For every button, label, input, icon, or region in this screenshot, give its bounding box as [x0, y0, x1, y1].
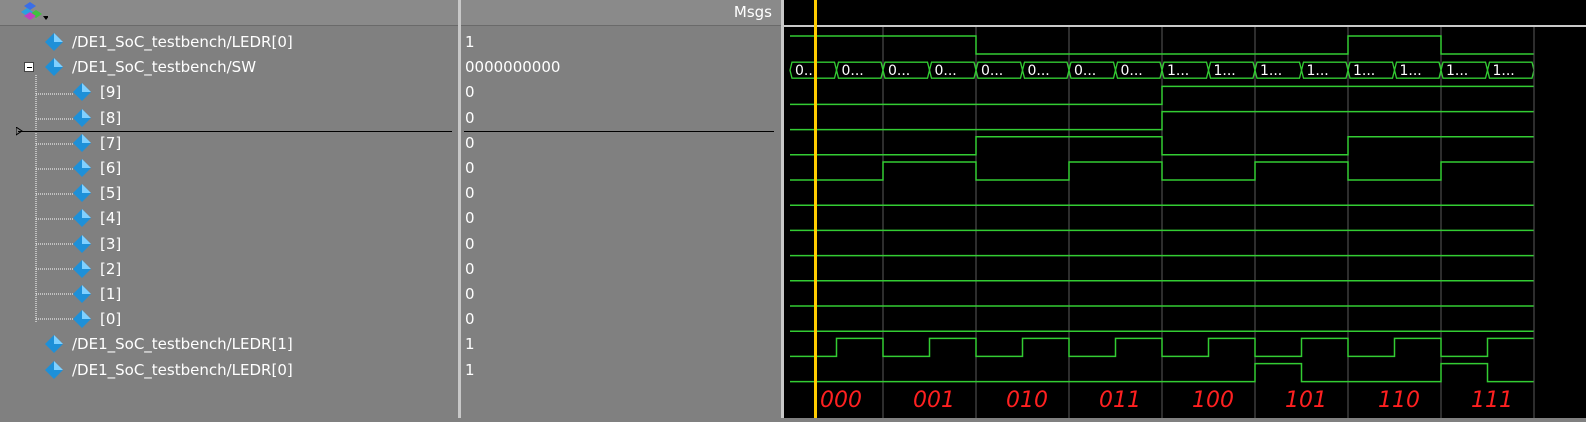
signal-value-row[interactable]: 0000000000 [461, 55, 781, 80]
signal-value-row[interactable]: 0 [461, 206, 781, 231]
bus-value-label: 1... [1307, 63, 1329, 79]
signal-row[interactable]: [1] [0, 282, 458, 307]
handwritten-label: 011 [1099, 388, 1141, 413]
signal-value-row[interactable]: 0 [461, 181, 781, 206]
handwritten-label: 000 [820, 388, 862, 413]
signal-value: 1 [465, 360, 475, 379]
signal-value: 0 [465, 184, 475, 203]
signal-row[interactable]: [0] [0, 307, 458, 332]
signal-row[interactable]: [4] [0, 206, 458, 231]
signal-value-row[interactable]: 0 [461, 80, 781, 105]
handwritten-label: 111 [1471, 388, 1513, 413]
handwritten-label: 001 [913, 388, 955, 413]
signal-row[interactable]: [9] [0, 80, 458, 105]
signal-value: 0 [465, 159, 475, 177]
bus-value-label: 0... [842, 63, 864, 79]
signal-value: 0 [465, 310, 475, 329]
cursor-line [18, 131, 452, 132]
signal-name: [2] [100, 259, 122, 278]
signal-value-row[interactable]: 1 [461, 358, 781, 383]
bus-value-label: 1... [1353, 63, 1375, 79]
bus-value-label: 1... [1260, 63, 1282, 79]
signal-row[interactable]: [3] [0, 232, 458, 257]
wave-ledr1 [790, 337, 1534, 358]
signal-value-row[interactable]: 0 [461, 232, 781, 257]
signal-name: [7] [100, 133, 122, 152]
signal-name: /DE1_SoC_testbench/SW [72, 58, 257, 77]
handwritten-label: 101 [1285, 388, 1327, 413]
signal-row[interactable]: /DE1_SoC_testbench/SW [0, 55, 458, 80]
signal-name: [8] [100, 108, 122, 127]
bus-value-label: 0... [1121, 63, 1143, 79]
waveform-pane[interactable]: 0... 0... 0... 0... 0... 0... 0... 0... 1... 1...… [784, 0, 1586, 418]
wave-header [784, 0, 1586, 25]
signal-name: /DE1_SoC_testbench/LEDR[1] [72, 335, 293, 354]
signal-value: 1 [465, 33, 475, 51]
signal-value-row[interactable]: 0 [461, 106, 781, 131]
signal-name: [1] [100, 285, 122, 303]
handwritten-label: 110 [1378, 388, 1420, 413]
wave-sw-bit [790, 161, 1534, 181]
signal-value: 0 [465, 234, 475, 253]
signal-value: 0 [465, 209, 475, 228]
signal-value-row[interactable]: 1 [461, 332, 781, 357]
wave-sw-bit [790, 136, 1534, 156]
signal-row[interactable]: /DE1_SoC_testbench/LEDR[1] [0, 332, 458, 357]
bus-value-label: 1... [1446, 63, 1468, 79]
bus-value-label: 1... [1214, 63, 1236, 79]
bus-value-label: 0... [1028, 63, 1050, 79]
signal-name: [4] [100, 209, 122, 228]
bus-value-label: 0... [935, 63, 957, 79]
signal-value-row[interactable]: 1 [461, 30, 781, 55]
wave-sw-bit [790, 110, 1534, 131]
waveform-canvas[interactable]: 0... 0... 0... 0... 0... 0... 0... 0... 1... 1...… [784, 0, 1586, 418]
signal-value: 0 [465, 83, 475, 102]
signal-value: 0 [465, 285, 475, 303]
signal-row[interactable]: [2] [0, 257, 458, 282]
signal-row[interactable]: /DE1_SoC_testbench/LEDR[0] [0, 30, 458, 55]
handwritten-label: 100 [1192, 388, 1234, 413]
bus-value-label: 0... [981, 63, 1003, 79]
signal-name-pane: /DE1_SoC_testbench/LEDR[0] /DE1_SoC_testb… [0, 27, 458, 418]
signal-value: 0000000000 [465, 58, 561, 77]
signal-name: [3] [100, 234, 122, 253]
bus-value-label: 1... [1493, 63, 1515, 79]
signal-value-pane: 1 0000000000 0 0 0 0 0 0 0 0 0 0 1 1 [461, 27, 781, 418]
signal-value-row[interactable]: 0 [461, 307, 781, 332]
signal-name: /DE1_SoC_testbench/LEDR[0] [72, 360, 293, 379]
signal-value-row[interactable]: 0 [461, 131, 781, 156]
signal-name: [5] [100, 184, 122, 203]
signal-row[interactable]: [6] [0, 156, 458, 181]
signal-row[interactable]: [7] [0, 131, 458, 156]
signal-value-row[interactable]: 0 [461, 156, 781, 181]
signal-value: 1 [465, 335, 475, 354]
cursor-line [464, 131, 774, 132]
signal-icon [44, 360, 64, 388]
collapse-toggle-icon[interactable] [24, 62, 34, 73]
signal-row[interactable]: /DE1_SoC_testbench/LEDR[0] [0, 358, 458, 383]
bus-value-label: 0... [888, 63, 910, 79]
cursor-marker-icon [16, 127, 23, 136]
signal-row[interactable]: [5] [0, 181, 458, 206]
wave-add-icon[interactable] [18, 2, 48, 24]
msgs-header: Msgs [733, 3, 772, 21]
handwritten-label: 010 [1006, 388, 1048, 413]
signal-value: 0 [465, 259, 475, 278]
signal-row[interactable]: [8] [0, 106, 458, 131]
signal-value-row[interactable]: 0 [461, 257, 781, 282]
signal-value: 0 [465, 133, 475, 152]
time-cursor [814, 0, 817, 418]
signal-name: [6] [100, 159, 122, 177]
signal-name: /DE1_SoC_testbench/LEDR[0] [72, 33, 293, 51]
bus-value-label: 1... [1167, 63, 1189, 79]
signal-value-row[interactable]: 0 [461, 282, 781, 307]
signal-name: [9] [100, 83, 122, 102]
bus-value-label: 0... [1074, 63, 1096, 79]
signal-name: [0] [100, 310, 122, 329]
signal-value: 0 [465, 108, 475, 127]
bus-value-label: 0... [795, 63, 817, 79]
bus-value-label: 1... [1400, 63, 1422, 79]
wave-sw9 [790, 85, 1534, 106]
